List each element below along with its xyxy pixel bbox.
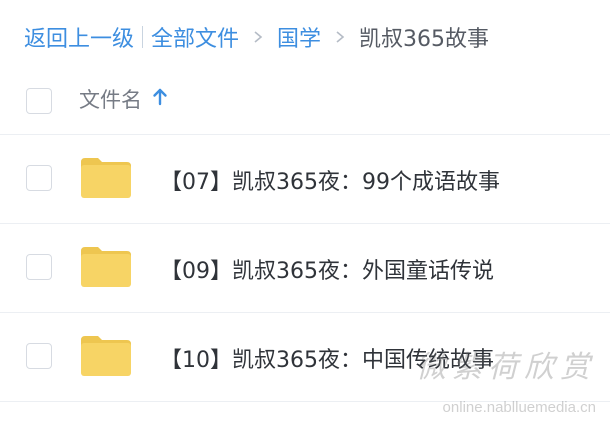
chevron-right-icon (251, 30, 265, 44)
list-header: 文件名 (0, 72, 610, 135)
watermark-text: 微紫荷欣赏 (416, 350, 596, 385)
arrow-up-icon (152, 87, 168, 111)
watermark-url: online.nablluemedia.cn (442, 399, 596, 416)
file-name[interactable]: 【07】凯叔365夜：99个成语故事 (160, 164, 500, 196)
select-all-checkbox[interactable] (26, 88, 52, 114)
breadcrumb-all-files[interactable]: 全部文件 (151, 21, 239, 53)
breadcrumb: 返回上一级 全部文件 国学 凯叔365故事 (24, 20, 489, 54)
folder-icon (80, 335, 132, 377)
file-name[interactable]: 【09】凯叔365夜：外国童话传说 (160, 253, 494, 285)
breadcrumb-current: 凯叔365故事 (359, 27, 490, 52)
name-column-label: 文件名 (79, 88, 142, 112)
chevron-right-icon (333, 30, 347, 44)
row-checkbox[interactable] (26, 165, 52, 191)
breadcrumb-divider (142, 26, 144, 48)
list-item[interactable]: 【09】凯叔365夜：外国童话传说 (0, 224, 610, 313)
row-checkbox[interactable] (26, 254, 52, 280)
list-item[interactable]: 【07】凯叔365夜：99个成语故事 (0, 135, 610, 224)
folder-icon (80, 246, 132, 288)
sort-by-name-header[interactable]: 文件名 (79, 84, 168, 114)
folder-icon (80, 157, 132, 199)
row-checkbox[interactable] (26, 343, 52, 369)
back-link[interactable]: 返回上一级 (24, 21, 134, 53)
breadcrumb-guoxue[interactable]: 国学 (277, 21, 321, 53)
